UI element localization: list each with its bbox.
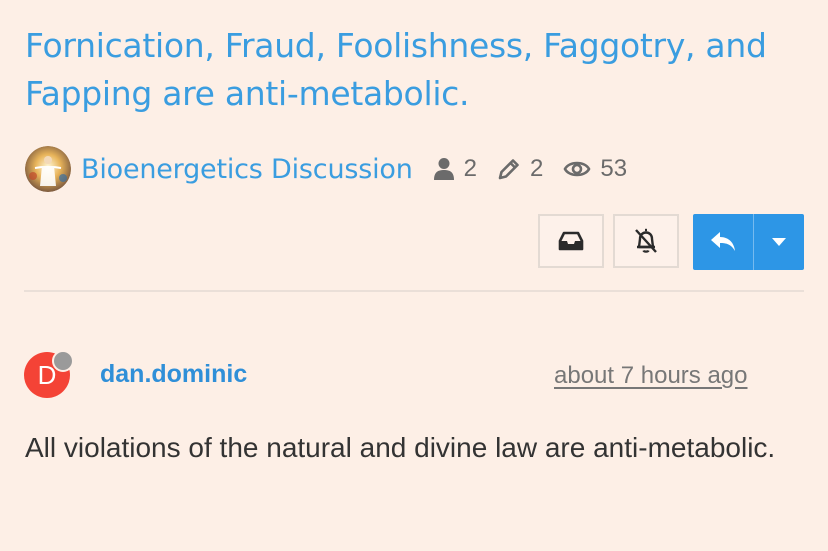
views-stat: 53 (563, 155, 627, 183)
notifications-button[interactable] (613, 214, 679, 268)
post-timestamp[interactable]: about 7 hours ago (554, 362, 748, 390)
category-link[interactable]: Bioenergetics Discussion (81, 154, 413, 185)
participants-stat: 2 (433, 155, 477, 183)
participants-count: 2 (463, 155, 477, 182)
eye-icon (563, 161, 591, 177)
reply-button[interactable] (693, 214, 754, 270)
caret-down-icon (772, 238, 786, 246)
topic-title[interactable]: Fornication, Fraud, Foolishness, Faggotr… (25, 22, 815, 118)
bell-off-icon (635, 228, 657, 253)
reply-button-group (693, 214, 804, 270)
topic-divider (24, 290, 804, 292)
reply-options-button[interactable] (754, 214, 804, 270)
user-icon (433, 158, 454, 180)
views-count: 53 (600, 155, 628, 182)
post-body: All violations of the natural and divine… (25, 432, 776, 463)
post-username[interactable]: dan.dominic (100, 360, 247, 389)
pencil-icon (498, 159, 519, 180)
posts-count: 2 (529, 155, 544, 182)
posts-stat: 2 (497, 155, 543, 183)
reply-icon (711, 232, 735, 251)
topic-meta: Bioenergetics Discussion 2 2 53 (25, 145, 627, 193)
presence-indicator (52, 350, 74, 372)
inbox-icon (558, 231, 584, 251)
category-avatar[interactable] (25, 146, 71, 192)
archive-button[interactable] (538, 214, 604, 268)
